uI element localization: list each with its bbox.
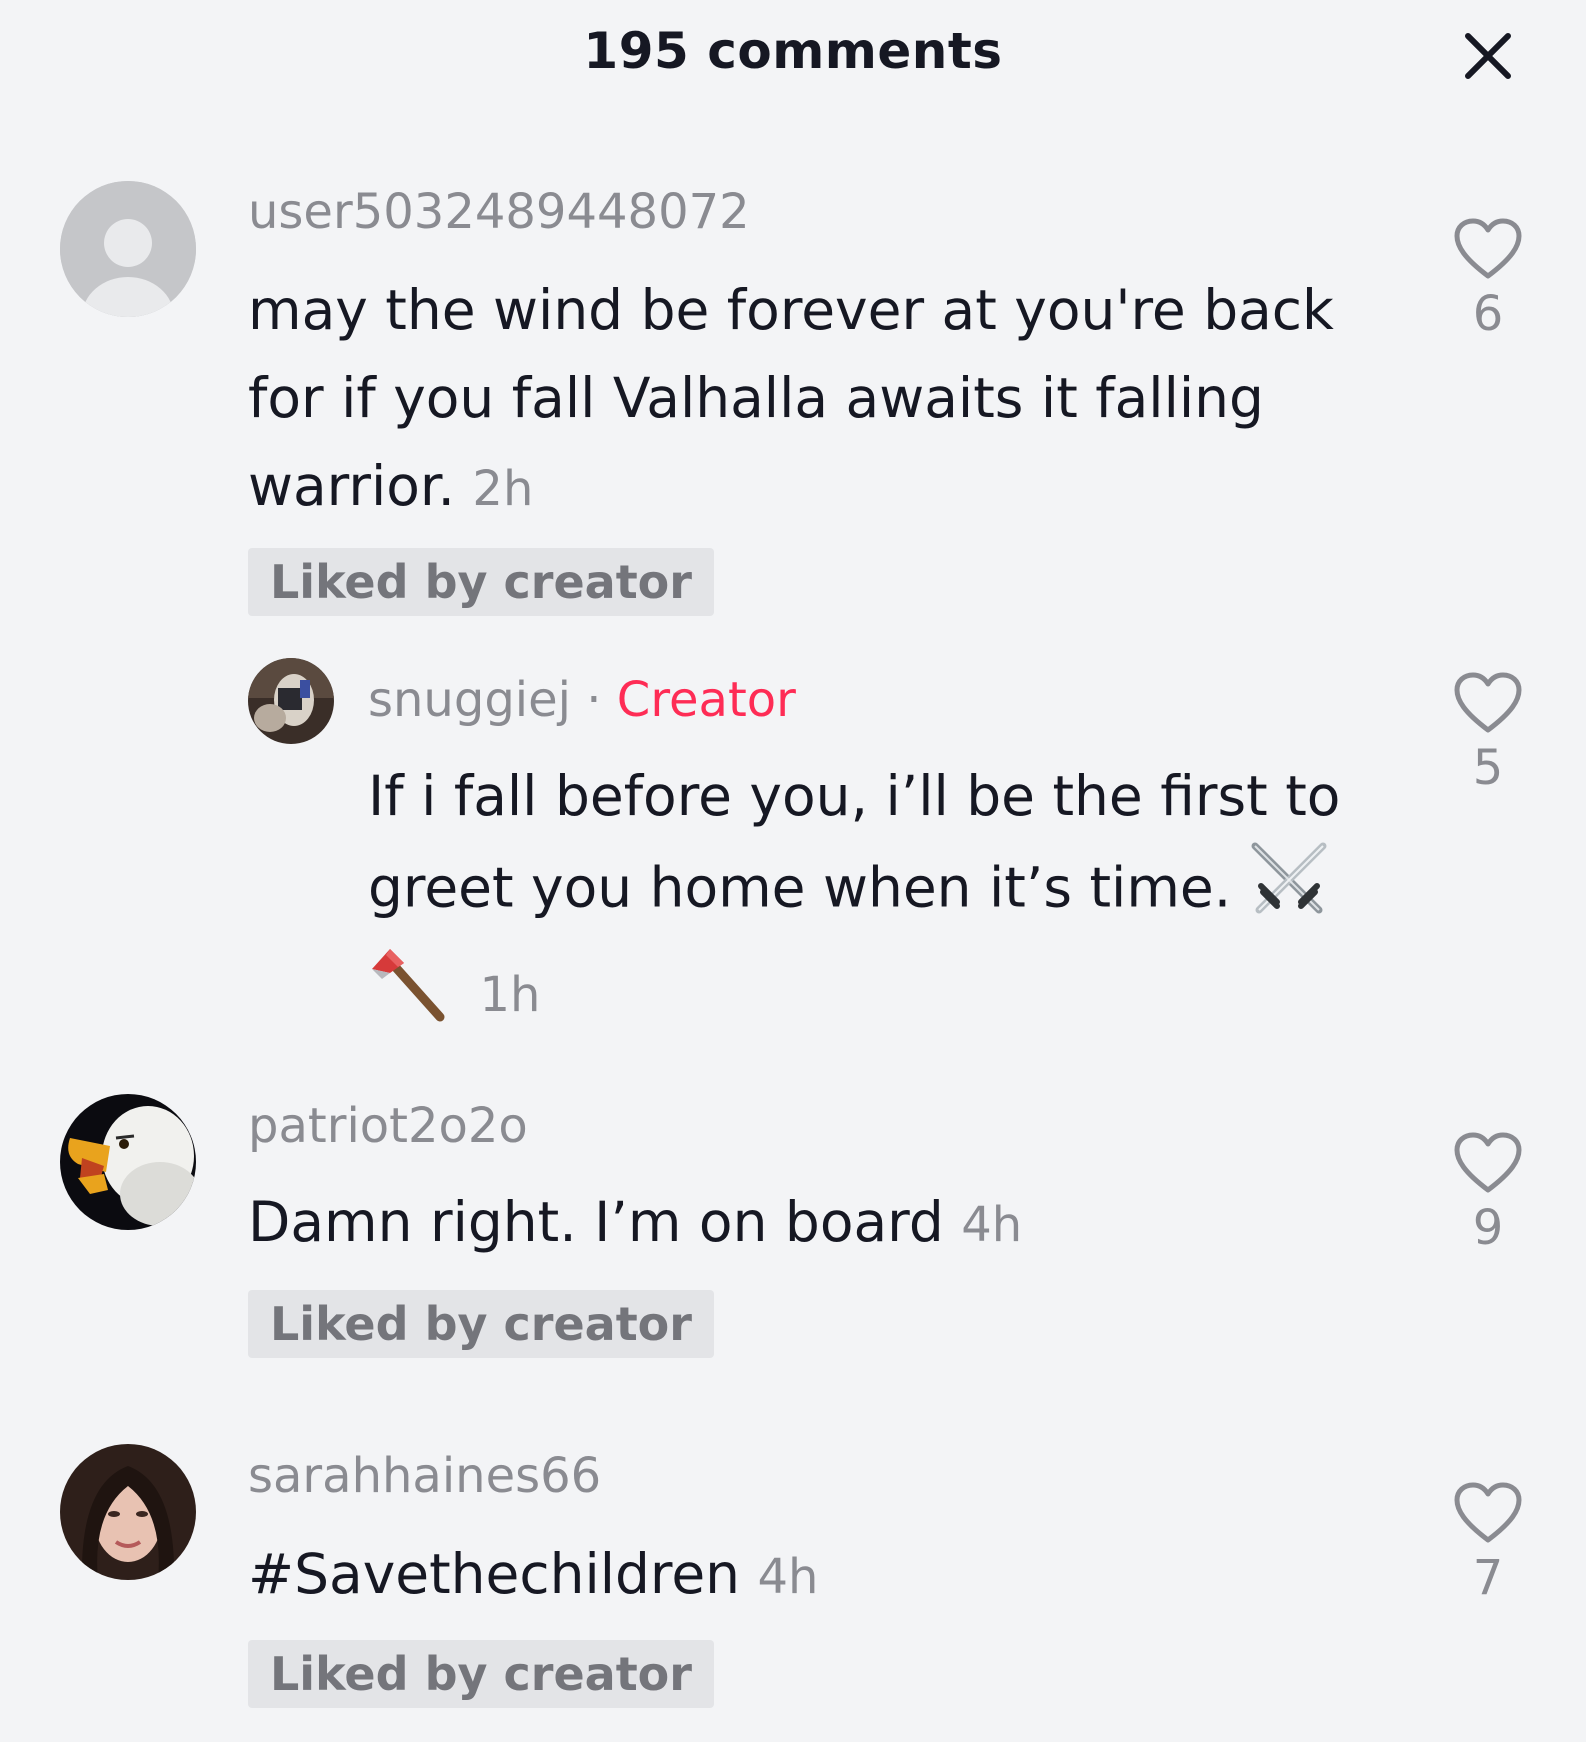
comments-count-title: 195 comments (583, 22, 1003, 80)
like-button[interactable]: 6 (1452, 218, 1524, 342)
like-button[interactable]: 9 (1452, 1132, 1524, 1256)
liked-by-creator-badge: Liked by creator (248, 548, 714, 616)
comment-body: Damn right. I’m on board (248, 1190, 944, 1254)
liked-by-creator-badge: Liked by creator (248, 1640, 714, 1708)
reply-line-2-text: greet you home when it’s time. (368, 855, 1232, 920)
reply-line-2: greet you home when it’s time. (368, 840, 1378, 943)
comment-username[interactable]: patriot2o2o (248, 1098, 528, 1154)
woman-avatar-icon (60, 1444, 196, 1580)
avatar[interactable] (248, 658, 334, 744)
comment-body: #Savethechildren (248, 1542, 741, 1606)
close-button[interactable] (1460, 28, 1516, 84)
avatar[interactable] (60, 1094, 196, 1230)
reply-line-3: 1h (368, 943, 1378, 1048)
like-count: 6 (1472, 286, 1504, 342)
comment-time: 4h (757, 1549, 819, 1605)
like-count: 7 (1472, 1550, 1504, 1606)
reply-username[interactable]: snuggiej (368, 672, 571, 728)
comment-body: may the wind be forever at you're back f… (248, 278, 1334, 518)
comment-text: may the wind be forever at you're back f… (248, 266, 1358, 533)
axe-emoji-icon (368, 943, 448, 1048)
default-avatar-icon (60, 181, 196, 317)
comment-text: #Savethechildren 4h (248, 1530, 1358, 1621)
heart-icon (1454, 672, 1522, 733)
comment-text: Damn right. I’m on board 4h (248, 1178, 1358, 1269)
separator-dot: · (586, 672, 602, 728)
crossed-swords-emoji-icon (1249, 840, 1329, 943)
comment-username[interactable]: sarahhaines66 (248, 1448, 601, 1504)
avatar[interactable] (60, 1444, 196, 1580)
comment-username[interactable]: user5032489448072 (248, 184, 750, 240)
comment-time: 2h (472, 461, 534, 517)
close-icon (1465, 33, 1511, 79)
like-count: 5 (1472, 740, 1504, 796)
eagle-avatar-icon (60, 1094, 196, 1230)
like-button[interactable]: 7 (1452, 1482, 1524, 1606)
reply-header: snuggiej · Creator (368, 672, 796, 728)
reply-time: 1h (479, 966, 541, 1023)
heart-icon (1454, 218, 1522, 279)
like-button[interactable]: 5 (1452, 672, 1524, 796)
liked-by-creator-badge: Liked by creator (248, 1290, 714, 1358)
reply-text: If i fall before you, i’ll be the first … (368, 752, 1378, 1048)
reply-line-1: If i fall before you, i’ll be the first … (368, 764, 1341, 828)
like-count: 9 (1472, 1200, 1504, 1256)
heart-icon (1454, 1482, 1522, 1543)
creator-avatar-icon (248, 658, 334, 744)
comment-time: 4h (961, 1197, 1023, 1253)
avatar[interactable] (60, 181, 196, 317)
heart-icon (1454, 1132, 1522, 1193)
creator-label: Creator (616, 672, 796, 728)
